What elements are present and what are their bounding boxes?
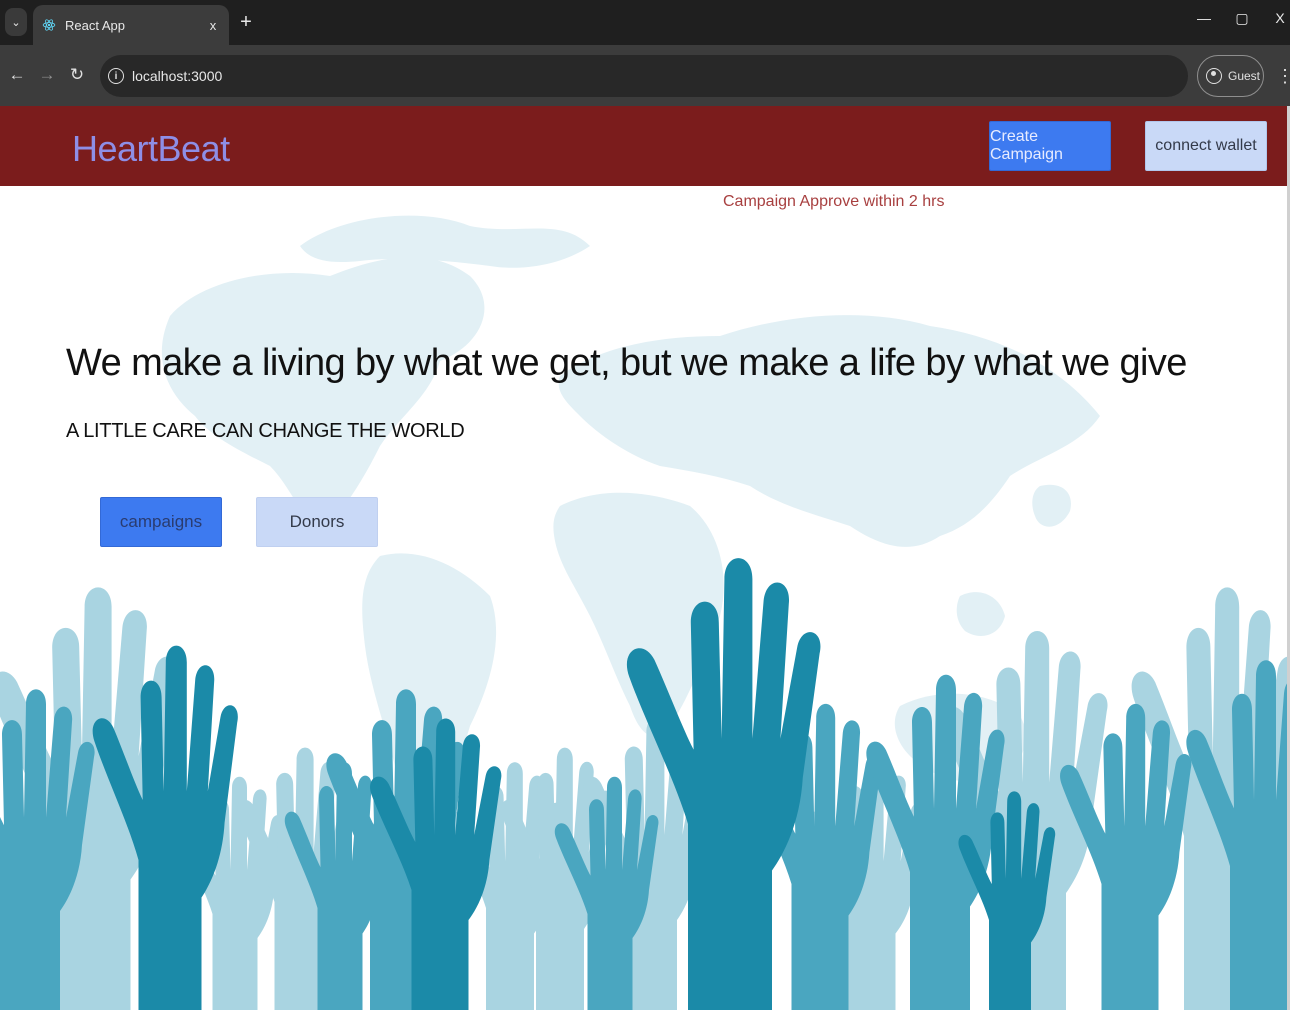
- hero-headline: We make a living by what we get, but we …: [66, 342, 1187, 384]
- tab-search-button[interactable]: ⌄: [5, 8, 27, 36]
- minimize-button[interactable]: —: [1194, 10, 1214, 26]
- new-tab-button[interactable]: +: [236, 9, 256, 35]
- chevron-down-icon: ⌄: [11, 16, 21, 29]
- profile-label: Guest: [1228, 69, 1261, 83]
- brand-logo[interactable]: HeartBeat: [72, 128, 230, 170]
- close-window-button[interactable]: X: [1270, 10, 1290, 26]
- donors-button[interactable]: Donors: [256, 497, 378, 547]
- react-logo-icon: [41, 17, 57, 33]
- tab-close-button[interactable]: x: [205, 18, 221, 33]
- browser-tab-bar: ⌄ React App x + — ▢ X: [0, 0, 1290, 45]
- app-navbar: HeartBeat Create Campaign connect wallet: [0, 106, 1287, 186]
- reload-button[interactable]: ↻: [66, 64, 88, 86]
- forward-button[interactable]: →: [36, 64, 58, 86]
- approval-notice: Campaign Approve within 2 hrs: [723, 193, 945, 210]
- reload-icon: ↻: [69, 65, 85, 84]
- url-text: localhost:3000: [132, 68, 223, 84]
- hands-world-map-illustration: [0, 215, 1287, 1010]
- restore-button[interactable]: ▢: [1232, 10, 1252, 27]
- connect-wallet-button[interactable]: connect wallet: [1145, 121, 1267, 171]
- profile-button[interactable]: Guest: [1197, 55, 1264, 97]
- info-icon[interactable]: i: [108, 68, 124, 84]
- person-icon: [1206, 68, 1222, 84]
- page-viewport: HeartBeat Create Campaign connect wallet…: [0, 106, 1290, 1010]
- kebab-menu-icon[interactable]: ⋮: [1276, 65, 1290, 87]
- arrow-right-icon: →: [38, 65, 56, 84]
- campaigns-button[interactable]: campaigns: [100, 497, 222, 547]
- browser-toolbar: ← → ↻ i localhost:3000 Guest ⋮: [0, 45, 1290, 106]
- back-button[interactable]: ←: [6, 64, 28, 86]
- hero-subline: A LITTLE CARE CAN CHANGE THE WORLD: [66, 420, 465, 442]
- create-campaign-button[interactable]: Create Campaign: [989, 121, 1111, 171]
- tab-title: React App: [65, 17, 125, 33]
- arrow-left-icon: ←: [8, 65, 26, 84]
- address-bar[interactable]: i localhost:3000: [100, 55, 1188, 97]
- browser-tab[interactable]: React App x: [33, 5, 229, 45]
